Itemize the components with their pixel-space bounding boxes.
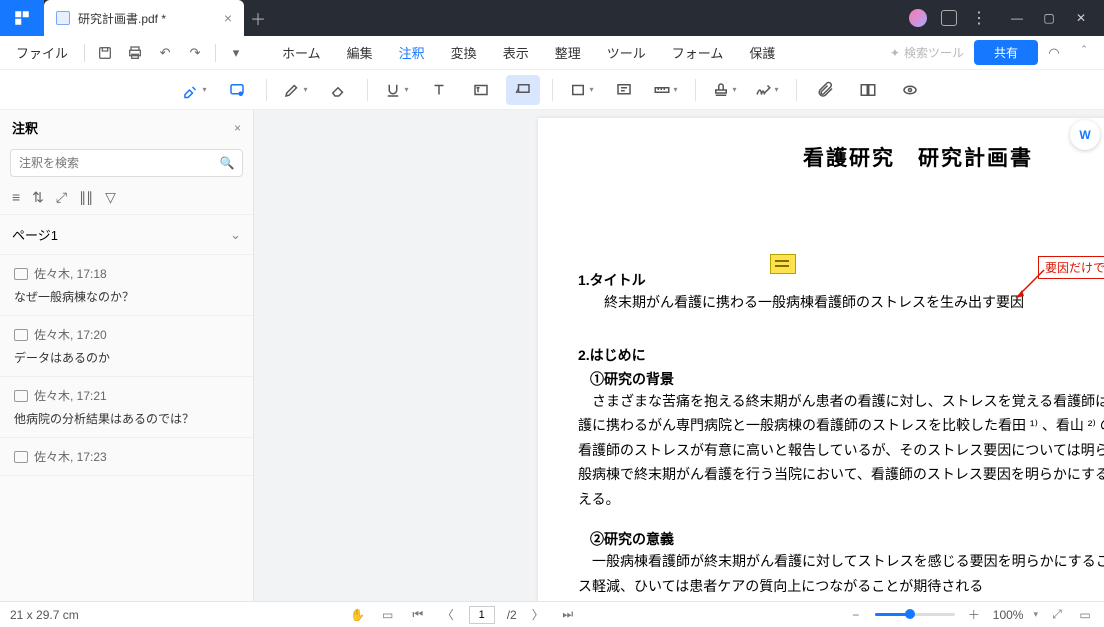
menu-保護[interactable]: 保護 bbox=[739, 39, 785, 66]
search-icon[interactable]: 🔍 bbox=[212, 156, 242, 170]
shape-tool[interactable] bbox=[565, 75, 599, 105]
note-icon bbox=[14, 329, 28, 341]
annotation-search[interactable]: 🔍 bbox=[10, 149, 243, 177]
sidebar-page-header[interactable]: ページ1 ⌄ bbox=[0, 214, 253, 255]
menu-フォーム[interactable]: フォーム bbox=[662, 39, 734, 66]
stamp-tool[interactable] bbox=[708, 75, 742, 105]
note-icon bbox=[14, 390, 28, 402]
zoom-level: 100% bbox=[993, 608, 1024, 622]
redo-icon[interactable]: ↷ bbox=[181, 39, 209, 67]
save-icon[interactable] bbox=[91, 39, 119, 67]
page-dimensions: 21 x 29.7 cm bbox=[10, 608, 79, 622]
signature-tool[interactable] bbox=[750, 75, 784, 105]
zoom-in-icon[interactable]: ＋ bbox=[965, 606, 983, 623]
section-2-title: 2.はじめに bbox=[578, 345, 1104, 365]
eraser-tool[interactable] bbox=[321, 75, 355, 105]
first-page-icon[interactable]: ⏮ bbox=[409, 607, 427, 622]
select-tool-icon[interactable]: ▭ bbox=[379, 608, 397, 622]
sort-icon[interactable]: ⇅ bbox=[32, 189, 44, 206]
kebab-menu-icon[interactable]: ⋮ bbox=[971, 8, 988, 28]
text-tool[interactable] bbox=[422, 75, 456, 105]
annotation-item[interactable]: 佐々木, 17:20データはあるのか bbox=[0, 316, 253, 377]
feedback-icon[interactable] bbox=[941, 10, 957, 26]
attachment-tool[interactable] bbox=[809, 75, 843, 105]
reading-mode-icon[interactable]: ▭ bbox=[1076, 608, 1094, 622]
window-maximize[interactable]: ▢ bbox=[1034, 4, 1064, 32]
user-avatar[interactable] bbox=[909, 9, 927, 27]
expand-icon[interactable]: ⤢ bbox=[56, 189, 67, 206]
document-tab[interactable]: 研究計画書.pdf * × bbox=[44, 0, 244, 36]
tab-close-icon[interactable]: × bbox=[224, 10, 232, 26]
filter-icon[interactable]: ▽ bbox=[105, 189, 116, 206]
menu-ホーム[interactable]: ホーム bbox=[272, 39, 331, 66]
tab-title: 研究計画書.pdf * bbox=[78, 10, 166, 27]
cloud-icon[interactable]: ◠ bbox=[1040, 39, 1068, 67]
pdf-page[interactable]: 看護研究 研究計画書 令和〇年〇月〇日 〇〇病院〇〇病棟 氏名 1.タイトル 終… bbox=[538, 118, 1104, 601]
last-page-icon[interactable]: ⏭ bbox=[559, 607, 577, 622]
underline-tool[interactable] bbox=[380, 75, 414, 105]
hand-tool-icon[interactable]: ✋ bbox=[349, 608, 367, 622]
menu-ツール[interactable]: ツール bbox=[597, 39, 656, 66]
menu-編集[interactable]: 編集 bbox=[337, 39, 383, 66]
measure-tool[interactable] bbox=[649, 75, 683, 105]
annotation-item[interactable]: 佐々木, 17:21他病院の分析結果はあるのでは？ bbox=[0, 377, 253, 438]
undo-icon[interactable]: ↶ bbox=[151, 39, 179, 67]
chevron-down-icon: ⌄ bbox=[230, 227, 241, 243]
compare-tool[interactable] bbox=[851, 75, 885, 105]
collapse-icon[interactable]: ＾ bbox=[1070, 39, 1098, 67]
section-2b-title: ②研究の意義 bbox=[590, 529, 1104, 549]
section-2b-body: 一般病棟看護師が終末期がん看護に対してストレスを感じる要因を明らかにすることで、… bbox=[578, 549, 1104, 598]
page-number-input[interactable] bbox=[469, 606, 495, 624]
menu-整理[interactable]: 整理 bbox=[545, 39, 591, 66]
callout-tool[interactable] bbox=[506, 75, 540, 105]
highlighter-tool[interactable] bbox=[178, 75, 212, 105]
window-close[interactable]: ✕ bbox=[1066, 4, 1096, 32]
app-logo bbox=[0, 0, 44, 36]
hide-annotations-tool[interactable] bbox=[893, 75, 927, 105]
menu-表示[interactable]: 表示 bbox=[493, 39, 539, 66]
area-highlight-tool[interactable] bbox=[220, 75, 254, 105]
fit-page-icon[interactable]: ⤢ bbox=[1048, 607, 1066, 622]
note-icon bbox=[14, 268, 28, 280]
annotation-search-input[interactable] bbox=[11, 156, 212, 170]
section-2a-title: ①研究の背景 bbox=[590, 369, 1104, 389]
print-icon[interactable] bbox=[121, 39, 149, 67]
columns-icon[interactable]: ∥∥ bbox=[79, 189, 93, 206]
sticky-note-1[interactable] bbox=[770, 254, 796, 274]
text-box-tool[interactable] bbox=[464, 75, 498, 105]
word-export-badge[interactable]: W bbox=[1070, 120, 1100, 150]
menu-変換[interactable]: 変換 bbox=[441, 39, 487, 66]
section-2a-body: さまざまな苦痛を抱える終末期がん患者の看護に対し、ストレスを覚える看護師は少なく… bbox=[578, 389, 1104, 512]
prev-page-icon[interactable]: 〈 bbox=[439, 606, 457, 623]
share-button[interactable]: 共有 bbox=[974, 40, 1038, 65]
menu-file[interactable]: ファイル bbox=[6, 39, 78, 66]
annotation-item[interactable]: 佐々木, 17:18なぜ一般病棟なのか？ bbox=[0, 255, 253, 316]
page-total: /2 bbox=[507, 608, 517, 622]
pdf-icon bbox=[56, 11, 70, 25]
annotation-item[interactable]: 佐々木, 17:23 bbox=[0, 438, 253, 476]
doc-date: 令和〇年〇月〇日 bbox=[578, 202, 1104, 227]
window-minimize[interactable]: — bbox=[1002, 4, 1032, 32]
doc-title: 看護研究 研究計画書 bbox=[578, 142, 1104, 172]
doc-hospital: 〇〇病院〇〇病棟 氏名 bbox=[578, 227, 1104, 252]
note-icon bbox=[14, 451, 28, 463]
note-tool[interactable] bbox=[607, 75, 641, 105]
menu-注釈[interactable]: 注釈 bbox=[389, 39, 435, 66]
list-view-icon[interactable]: ≡ bbox=[12, 189, 20, 206]
next-page-icon[interactable]: 〉 bbox=[529, 606, 547, 623]
zoom-out-icon[interactable]: − bbox=[847, 608, 865, 622]
new-tab-button[interactable]: ＋ bbox=[244, 6, 272, 30]
zoom-slider[interactable] bbox=[875, 613, 955, 616]
sidebar-title: 注釈 bbox=[12, 118, 38, 137]
wand-icon: ✦ bbox=[890, 46, 900, 60]
search-tools[interactable]: ✦ 検索ツール bbox=[890, 44, 964, 61]
sidebar-close-icon[interactable]: × bbox=[234, 121, 241, 135]
pencil-tool[interactable] bbox=[279, 75, 313, 105]
dropdown-icon[interactable]: ▾ bbox=[222, 39, 250, 67]
